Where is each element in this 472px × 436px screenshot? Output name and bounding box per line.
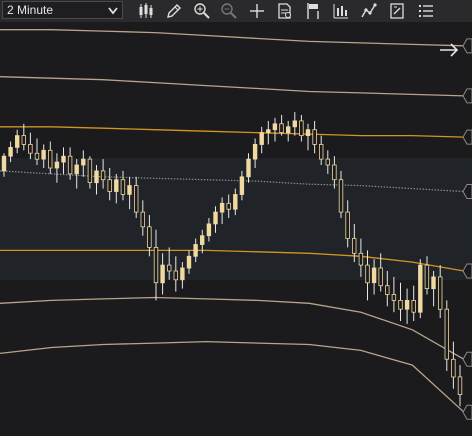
candle-body: [431, 276, 436, 290]
candle-body: [391, 294, 397, 301]
candle-body: [272, 123, 278, 131]
draw-pencil-icon[interactable]: [165, 2, 183, 20]
candle-body: [41, 149, 46, 160]
candle-body: [61, 155, 66, 163]
candle-body: [186, 255, 192, 269]
candle-body: [411, 299, 416, 313]
candle-body: [213, 211, 218, 225]
candle-body: [48, 149, 53, 169]
candle-body: [140, 211, 145, 228]
candle-body: [180, 267, 185, 281]
candle-body: [193, 244, 198, 257]
candle-body: [418, 264, 423, 313]
candlestick-chart-type-icon[interactable]: [137, 2, 155, 20]
candle-body: [259, 132, 264, 145]
candle-body: [292, 120, 297, 128]
candle-body: [358, 252, 364, 266]
candle-body: [365, 264, 370, 284]
candle-body: [54, 161, 60, 169]
candle-body: [233, 194, 238, 210]
candle-body: [332, 164, 337, 181]
interval-value: 2 Minute: [7, 3, 54, 17]
candle-body: [100, 170, 106, 181]
candle-body: [351, 238, 357, 254]
candle-body: [107, 179, 112, 192]
candle-body: [81, 158, 86, 166]
candle-body: [305, 129, 311, 136]
zoom-out-icon[interactable]: [220, 2, 238, 20]
candle-body: [74, 164, 79, 175]
candle-body: [318, 144, 324, 160]
candle-body: [133, 185, 139, 213]
candle-body: [120, 179, 126, 195]
candle-body: [8, 147, 13, 157]
candle-body: [160, 264, 165, 284]
price-chart[interactable]: [0, 22, 472, 436]
candle: [418, 259, 423, 319]
zoom-in-icon[interactable]: [193, 2, 211, 20]
candle-body: [206, 223, 212, 237]
candle-body: [226, 202, 231, 210]
candle-body: [451, 358, 456, 378]
candle-body: [166, 264, 172, 272]
candle-body: [285, 126, 291, 134]
candle-body: [266, 129, 271, 133]
candle-body: [424, 264, 430, 290]
candle-body: [87, 158, 93, 184]
candle-body: [299, 120, 304, 137]
crosshair-icon[interactable]: [248, 2, 266, 20]
data-box-icon[interactable]: [276, 2, 294, 20]
candle-body: [325, 158, 330, 166]
candle-body: [444, 308, 449, 360]
candle-body: [385, 285, 390, 295]
candle-body: [34, 152, 40, 160]
candle-body: [147, 226, 152, 248]
candle-body: [437, 276, 443, 310]
interval-selector[interactable]: 2 Minute: [2, 1, 123, 19]
candle-body: [21, 135, 26, 145]
candle-body: [252, 144, 258, 160]
candle-body: [457, 376, 463, 395]
candle-body: [1, 155, 7, 172]
more-menu-icon[interactable]: [417, 2, 435, 20]
candle-body: [312, 129, 317, 145]
candle-body: [404, 299, 410, 310]
candle-body: [28, 144, 33, 154]
candle-body: [279, 123, 284, 134]
indicators-icon[interactable]: [332, 2, 350, 20]
properties-icon[interactable]: [388, 2, 406, 20]
candle-body: [345, 211, 350, 240]
candle-body: [114, 179, 119, 192]
candle-body: [14, 135, 20, 148]
candle-body: [94, 170, 99, 184]
candle-body: [173, 270, 178, 281]
candle-body: [153, 246, 159, 284]
candle-body: [246, 158, 251, 178]
candle-body: [398, 299, 403, 310]
candle-body: [239, 176, 245, 195]
candle-body: [219, 202, 225, 213]
candle-body: [378, 267, 383, 287]
chevron-down-icon: [108, 7, 118, 15]
candle-body: [127, 185, 132, 195]
chart-trader-icon[interactable]: [304, 2, 322, 20]
candle-body: [338, 179, 344, 213]
chart-toolbar: 2 Minute: [0, 0, 472, 23]
candle-body: [371, 267, 377, 284]
strategies-icon[interactable]: [360, 2, 378, 20]
candle-body: [67, 155, 73, 175]
candle-body: [199, 235, 205, 245]
